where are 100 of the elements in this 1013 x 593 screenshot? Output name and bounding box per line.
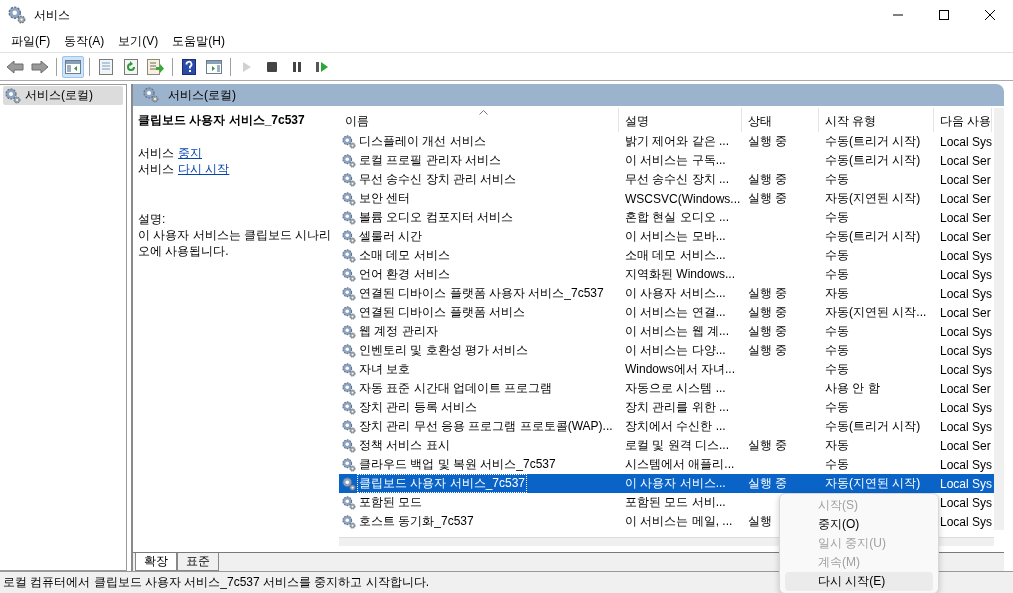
table-cell: 실행 중 bbox=[748, 475, 788, 492]
column-header[interactable]: 상태 bbox=[742, 108, 819, 132]
tab[interactable]: 표준 bbox=[177, 553, 219, 571]
table-cell: Local Sys bbox=[940, 419, 993, 434]
table-cell: 자동으로 시스템 ... bbox=[625, 380, 726, 397]
table-cell: 수동 bbox=[825, 456, 849, 473]
table-cell: 지역화된 Windows... bbox=[625, 266, 735, 283]
table-cell: Windows에서 자녀... bbox=[625, 361, 735, 378]
menu-item[interactable]: 도움말(H) bbox=[165, 32, 232, 50]
gear-icon bbox=[342, 153, 356, 168]
table-cell: 이 서비스는 구독... bbox=[625, 152, 726, 169]
column-header[interactable]: 설명 bbox=[619, 108, 742, 132]
table-cell: 이 서비스는 모바... bbox=[625, 228, 726, 245]
gear-icon bbox=[342, 514, 356, 529]
table-cell: 수동 bbox=[825, 399, 849, 416]
table-cell: 실행 중 bbox=[748, 285, 788, 302]
table-cell[interactable]: 웹 계정 관리자 bbox=[358, 323, 439, 340]
table-cell[interactable]: 보안 센터 bbox=[358, 190, 412, 207]
table-cell[interactable]: 정책 서비스 표시 bbox=[358, 437, 451, 454]
menu-item[interactable]: 보기(V) bbox=[111, 32, 166, 50]
table-cell: Local Ser bbox=[940, 172, 991, 187]
table-cell[interactable]: 인벤토리 및 호환성 평가 서비스 bbox=[358, 342, 530, 359]
table-cell: 자동 bbox=[825, 437, 849, 454]
table-cell: 밝기 제어와 같은 ... bbox=[625, 133, 729, 150]
table-cell: Local Sys bbox=[940, 362, 993, 377]
table-cell: Local Ser bbox=[940, 153, 991, 168]
table-cell[interactable]: 무선 송수신 장치 관리 서비스 bbox=[358, 171, 518, 188]
gear-icon bbox=[342, 229, 356, 244]
table-cell: WSCSVC(Windows... bbox=[625, 191, 741, 206]
table-cell: 사용 안 함 bbox=[825, 380, 880, 397]
table-cell: 혼합 현실 오디오 ... bbox=[625, 209, 729, 226]
menu-item[interactable]: 동작(A) bbox=[57, 32, 112, 50]
close-icon bbox=[984, 9, 996, 21]
table-cell: 포함된 모드 서비... bbox=[625, 494, 726, 511]
table-cell: 자동(지연된 시작) bbox=[825, 475, 921, 492]
column-header[interactable]: 이름 bbox=[339, 108, 619, 132]
table-cell: Local Sys bbox=[940, 324, 993, 339]
action-link[interactable]: 중지 bbox=[178, 145, 202, 161]
gear-icon bbox=[342, 286, 356, 301]
table-cell: 수동(트리거 시작) bbox=[825, 152, 921, 169]
table-cell[interactable]: 셀룰러 시간 bbox=[358, 228, 424, 245]
table-cell: Local Ser bbox=[940, 229, 991, 244]
gear-icon bbox=[342, 267, 356, 282]
table-cell: Local Sys bbox=[940, 514, 993, 529]
gear-icon bbox=[342, 324, 356, 339]
action-link[interactable]: 다시 시작 bbox=[178, 161, 230, 177]
table-cell[interactable]: 소매 데모 서비스 bbox=[358, 247, 451, 264]
table-cell: 자동(지연된 시작... bbox=[825, 304, 927, 321]
gear-icon bbox=[342, 457, 356, 472]
gear-icon bbox=[342, 476, 356, 491]
table-cell[interactable]: 클라우드 백업 및 복원 서비스_7c537 bbox=[358, 456, 557, 473]
table-cell: 수동(트리거 시작) bbox=[825, 418, 921, 435]
table-cell: 이 서비스는 웹 계... bbox=[625, 323, 729, 340]
menu-item[interactable]: 다시 시작(E) bbox=[785, 572, 933, 591]
table-cell[interactable]: 로컬 프로필 관리자 서비스 bbox=[358, 152, 502, 169]
gear-icon bbox=[342, 381, 356, 396]
table-cell: 실행 bbox=[748, 513, 772, 530]
gear-icon bbox=[342, 362, 356, 377]
table-cell[interactable]: 자동 표준 시간대 업데이트 프로그램 bbox=[358, 380, 554, 397]
table-cell: Local Ser bbox=[940, 438, 991, 453]
table-cell[interactable]: 호스트 동기화_7c537 bbox=[358, 513, 475, 530]
table-cell[interactable]: 장치 관리 등록 서비스 bbox=[358, 399, 478, 416]
menu-item[interactable]: 파일(F) bbox=[4, 32, 58, 50]
table-cell[interactable]: 자녀 보호 bbox=[358, 361, 412, 378]
table-cell[interactable]: 디스플레이 개선 서비스 bbox=[358, 133, 487, 150]
table-cell: Local Sys bbox=[940, 343, 993, 358]
gear-icon bbox=[342, 343, 356, 358]
table-cell: Local Ser bbox=[940, 381, 991, 396]
table-cell[interactable]: 언어 환경 서비스 bbox=[358, 266, 451, 283]
table-cell: 실행 중 bbox=[748, 304, 788, 321]
table-cell: 실행 중 bbox=[748, 342, 788, 359]
table-cell[interactable]: 클립보드 사용자 서비스_7c537 bbox=[358, 475, 527, 492]
table-cell: 수동 bbox=[825, 266, 849, 283]
tree-item[interactable]: 서비스(로컬) bbox=[3, 86, 123, 105]
table-cell: 수동 bbox=[825, 171, 849, 188]
column-header[interactable]: 시작 유형 bbox=[819, 108, 934, 132]
table-cell[interactable]: 포함된 모드 bbox=[358, 494, 424, 511]
table-cell: 이 서비스는 다양... bbox=[625, 342, 726, 359]
column-header[interactable]: 다음 사용 bbox=[934, 108, 992, 132]
gear-icon bbox=[342, 134, 356, 149]
gear-icon bbox=[342, 172, 356, 187]
gear-icon bbox=[342, 495, 356, 510]
table-cell: 수동 bbox=[825, 342, 849, 359]
gear-icon bbox=[342, 305, 356, 320]
menu-item[interactable]: 중지(O) bbox=[785, 515, 933, 534]
table-cell[interactable]: 연결된 디바이스 플랫폼 사용자 서비스_7c537 bbox=[358, 285, 605, 302]
gear-icon bbox=[5, 87, 21, 104]
table-cell[interactable]: 볼륨 오디오 컴포지터 서비스 bbox=[358, 209, 514, 226]
table-cell: 실행 중 bbox=[748, 171, 788, 188]
table-cell: 이 사용자 서비스... bbox=[625, 285, 726, 302]
table-cell: 장치 관리를 위한 ... bbox=[625, 399, 729, 416]
pane-icon[interactable] bbox=[62, 55, 84, 78]
table-cell: Local Sys bbox=[940, 267, 993, 282]
table-cell: Local Sys bbox=[940, 495, 993, 510]
table-cell: 자동(지연된 시작) bbox=[825, 190, 921, 207]
table-cell[interactable]: 연결된 디바이스 플랫폼 서비스 bbox=[358, 304, 526, 321]
table-cell[interactable]: 장치 관리 무선 응용 프로그램 프로토콜(WAP)... bbox=[358, 418, 614, 435]
action-label: 서비스 bbox=[138, 145, 174, 161]
tab[interactable]: 확장 bbox=[135, 553, 177, 571]
gear-icon bbox=[342, 419, 356, 434]
